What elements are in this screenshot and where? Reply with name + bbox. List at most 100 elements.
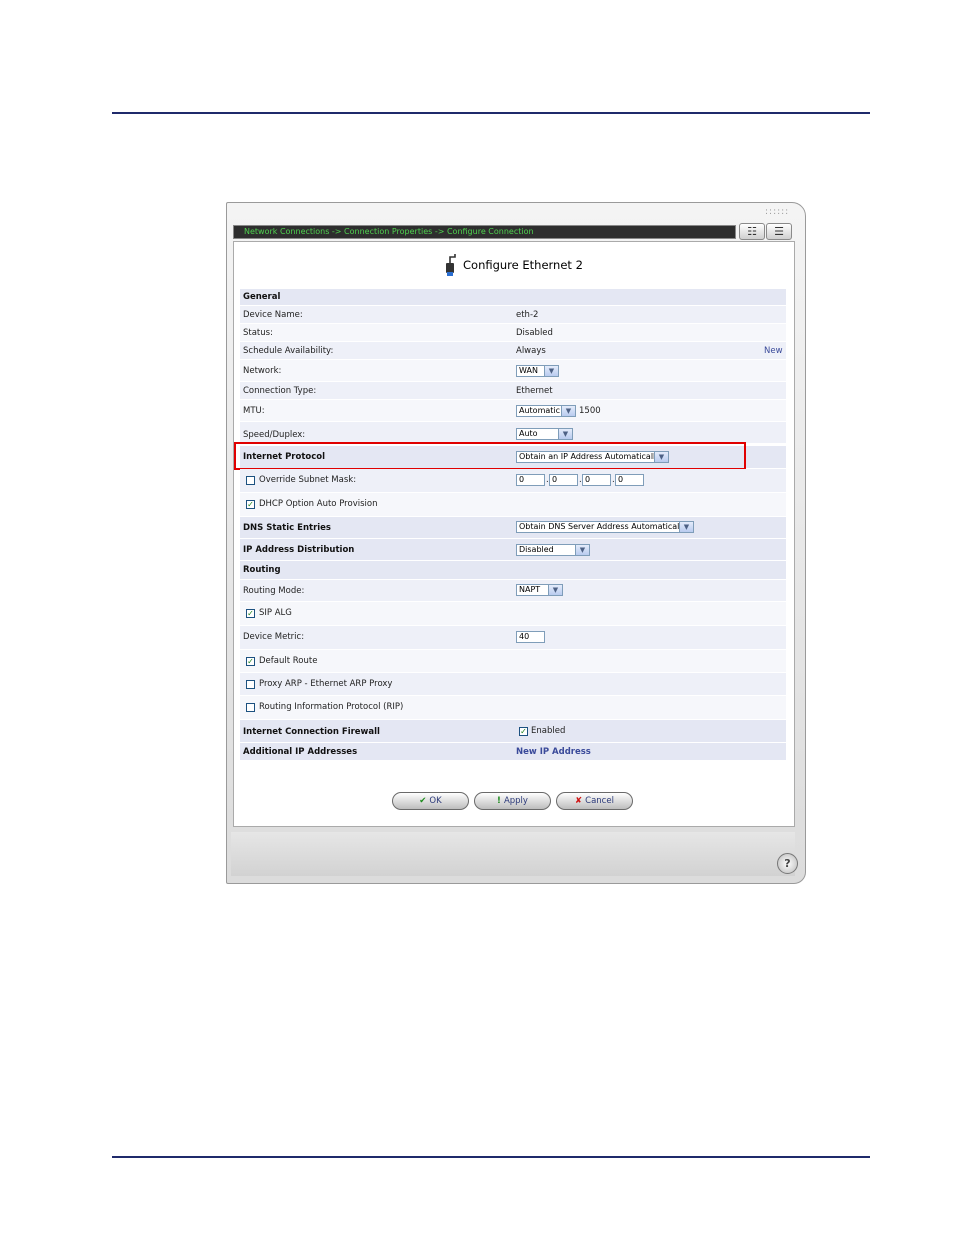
firewall-checkbox[interactable]: ✓ bbox=[519, 727, 528, 736]
sip-alg-row: ✓ SIP ALG bbox=[240, 602, 786, 626]
dns-row: DNS Static Entries Obtain DNS Server Add… bbox=[240, 517, 786, 539]
check-icon: ✔ bbox=[419, 796, 427, 806]
help-button[interactable]: ? bbox=[777, 853, 798, 874]
schedule-row: Schedule Availability: Always New bbox=[240, 342, 786, 360]
speed-select-value: Auto bbox=[519, 429, 538, 438]
speed-select[interactable]: Auto ▼ bbox=[516, 428, 573, 440]
section-general-label: General bbox=[243, 292, 281, 302]
dhcp-auto-checkbox[interactable]: ✓ bbox=[246, 500, 255, 509]
connection-type-row: Connection Type: Ethernet bbox=[240, 382, 786, 400]
list-icon: ☰ bbox=[774, 225, 784, 238]
mask-octet-4[interactable]: 0 bbox=[615, 474, 644, 486]
section-routing: Routing bbox=[240, 561, 786, 580]
proxy-arp-row: Proxy ARP - Ethernet ARP Proxy bbox=[240, 673, 786, 696]
status-label: Status: bbox=[243, 328, 273, 338]
connection-type-label: Connection Type: bbox=[243, 386, 317, 396]
chevron-down-icon: ▼ bbox=[544, 366, 558, 376]
window-grip-icon: :::::: bbox=[765, 207, 790, 217]
ok-button-label: OK bbox=[429, 796, 442, 806]
ok-button[interactable]: ✔ OK bbox=[392, 792, 469, 810]
exclamation-icon: ! bbox=[497, 796, 501, 806]
routing-mode-label: Routing Mode: bbox=[243, 586, 305, 596]
default-route-label: Default Route bbox=[259, 656, 318, 666]
rip-label: Routing Information Protocol (RIP) bbox=[259, 702, 404, 712]
breadcrumb[interactable]: Network Connections -> Connection Proper… bbox=[233, 225, 736, 239]
additional-ip-label: Additional IP Addresses bbox=[243, 747, 358, 757]
device-name-label: Device Name: bbox=[243, 310, 303, 320]
ip-distribution-row: IP Address Distribution Disabled ▼ bbox=[240, 539, 786, 561]
network-map-icon: ☷ bbox=[747, 225, 757, 238]
default-route-row: ✓ Default Route bbox=[240, 650, 786, 673]
sip-alg-checkbox[interactable]: ✓ bbox=[246, 609, 255, 618]
mtu-value: 1500 bbox=[579, 406, 601, 416]
device-metric-row: Device Metric: 40 bbox=[240, 626, 786, 650]
dhcp-auto-label: DHCP Option Auto Provision bbox=[259, 499, 378, 509]
apply-button[interactable]: ! Apply bbox=[474, 792, 551, 810]
schedule-new-link[interactable]: New bbox=[764, 346, 783, 356]
apply-button-label: Apply bbox=[503, 796, 528, 806]
ip-distribution-select[interactable]: Disabled ▼ bbox=[516, 544, 590, 556]
ip-distribution-value: Disabled bbox=[519, 545, 554, 554]
mask-octet-1[interactable]: 0 bbox=[516, 474, 545, 486]
status-row: Status: Disabled bbox=[240, 324, 786, 342]
connection-type-value: Ethernet bbox=[516, 386, 553, 396]
section-general: General bbox=[240, 289, 786, 306]
device-metric-label: Device Metric: bbox=[243, 632, 305, 642]
speed-row: Speed/Duplex: Auto ▼ bbox=[240, 422, 786, 444]
sip-alg-label: SIP ALG bbox=[259, 608, 292, 618]
section-routing-label: Routing bbox=[243, 565, 281, 575]
status-value: Disabled bbox=[516, 328, 553, 338]
page-title: Configure Ethernet 2 bbox=[463, 258, 583, 272]
close-icon: ✘ bbox=[575, 796, 583, 806]
mtu-label: MTU: bbox=[243, 406, 265, 416]
device-name-value: eth-2 bbox=[516, 310, 539, 320]
schedule-label: Schedule Availability: bbox=[243, 346, 334, 356]
network-row: Network: WAN ▼ bbox=[240, 360, 786, 382]
mtu-row: MTU: Automatic ▼ 1500 bbox=[240, 400, 786, 422]
override-mask-label: Override Subnet Mask: bbox=[259, 475, 357, 485]
new-ip-address-link[interactable]: New IP Address bbox=[516, 747, 591, 757]
highlight-box bbox=[234, 442, 746, 470]
proxy-arp-checkbox[interactable] bbox=[246, 680, 255, 689]
rip-row: Routing Information Protocol (RIP) bbox=[240, 696, 786, 720]
page-bottom-rule bbox=[112, 1156, 870, 1158]
ethernet-cable-icon bbox=[446, 254, 456, 276]
device-metric-input[interactable]: 40 bbox=[516, 631, 545, 643]
routing-mode-value: NAPT bbox=[519, 585, 541, 594]
routing-mode-row: Routing Mode: NAPT ▼ bbox=[240, 580, 786, 602]
schedule-value: Always bbox=[516, 346, 546, 356]
override-mask-row: Override Subnet Mask: 0 . 0 . 0 . 0 bbox=[240, 469, 786, 493]
mtu-mode-value: Automatic bbox=[519, 406, 561, 415]
device-name-row: Device Name: eth-2 bbox=[240, 306, 786, 324]
chevron-down-icon: ▼ bbox=[561, 406, 575, 416]
routing-mode-select[interactable]: NAPT ▼ bbox=[516, 584, 563, 596]
chevron-down-icon: ▼ bbox=[575, 545, 589, 555]
chevron-down-icon: ▼ bbox=[679, 522, 693, 532]
dns-label: DNS Static Entries bbox=[243, 523, 331, 533]
chevron-down-icon: ▼ bbox=[548, 585, 562, 595]
mask-octet-2[interactable]: 0 bbox=[549, 474, 578, 486]
rip-checkbox[interactable] bbox=[246, 703, 255, 712]
network-select[interactable]: WAN ▼ bbox=[516, 365, 559, 377]
mask-octet-3[interactable]: 0 bbox=[582, 474, 611, 486]
dns-select-value: Obtain DNS Server Address Automatically bbox=[519, 522, 687, 531]
help-icon: ? bbox=[784, 857, 791, 870]
window-footer bbox=[231, 832, 795, 876]
cancel-button-label: Cancel bbox=[585, 796, 614, 806]
override-mask-checkbox[interactable] bbox=[246, 476, 255, 485]
network-select-value: WAN bbox=[519, 366, 538, 375]
default-route-checkbox[interactable]: ✓ bbox=[246, 657, 255, 666]
list-view-button[interactable]: ☰ bbox=[766, 223, 792, 240]
network-label: Network: bbox=[243, 366, 282, 376]
firewall-value: Enabled bbox=[531, 726, 566, 736]
firewall-row: Internet Connection Firewall ✓ Enabled bbox=[240, 720, 786, 743]
chevron-down-icon: ▼ bbox=[558, 429, 572, 439]
mtu-mode-select[interactable]: Automatic ▼ bbox=[516, 405, 576, 417]
proxy-arp-label: Proxy ARP - Ethernet ARP Proxy bbox=[259, 679, 393, 689]
network-map-button[interactable]: ☷ bbox=[739, 223, 765, 240]
ip-distribution-label: IP Address Distribution bbox=[243, 545, 355, 555]
cancel-button[interactable]: ✘ Cancel bbox=[556, 792, 633, 810]
dhcp-auto-row: ✓ DHCP Option Auto Provision bbox=[240, 493, 786, 517]
speed-label: Speed/Duplex: bbox=[243, 430, 306, 440]
dns-select[interactable]: Obtain DNS Server Address Automatically ▼ bbox=[516, 521, 694, 533]
